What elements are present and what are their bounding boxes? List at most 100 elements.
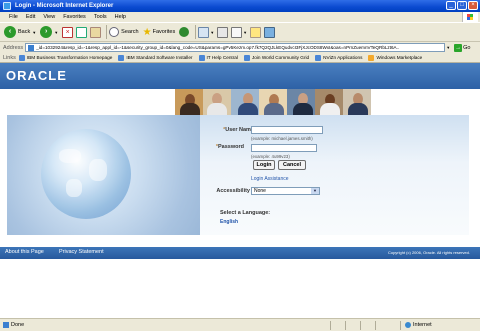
username-hint: (example: michael.james.smith) [251, 136, 313, 141]
accessibility-select[interactable]: None ▼ [251, 187, 320, 195]
chevron-down-icon[interactable]: ▼ [32, 30, 36, 35]
oracle-logo: ORACLE [6, 68, 67, 83]
link-item[interactable]: IBM Standard Software Installer [118, 54, 193, 61]
links-bar: Links IBM Business Transformation Homepa… [0, 53, 480, 63]
address-label: Address [3, 44, 24, 51]
menu-tools[interactable]: Tools [94, 14, 107, 20]
header-photo-strip [175, 89, 371, 115]
search-button[interactable]: Search [109, 27, 139, 37]
window-title: Login - Microsoft Internet Explorer [15, 3, 114, 9]
photo-tile [231, 89, 259, 115]
status-divider [400, 321, 401, 330]
chevron-down-icon[interactable]: ▼ [210, 30, 214, 35]
privacy-statement-link[interactable]: Privacy Statement [59, 249, 104, 255]
ie-page-icon [315, 54, 322, 61]
toolbar-divider [195, 25, 197, 39]
about-page-link[interactable]: About this Page [5, 249, 44, 255]
print-icon[interactable] [217, 26, 229, 38]
accessibility-label: Accessibility [216, 188, 250, 194]
chevron-down-icon: ▼ [311, 188, 319, 194]
menu-view[interactable]: View [43, 14, 55, 20]
photo-tile [203, 89, 231, 115]
go-label: Go [463, 44, 471, 51]
link-item[interactable]: NViZn Applications [315, 54, 363, 61]
copyright-text: Copyright (c) 2006, Oracle. All rights r… [387, 250, 470, 255]
title-bar: Login - Microsoft Internet Explorer _ □ … [0, 0, 480, 12]
link-item[interactable]: IBM Business Transformation Homepage [18, 54, 113, 61]
page-icon [28, 44, 35, 51]
messenger-icon[interactable] [264, 26, 276, 38]
chevron-down-icon[interactable]: ▼ [446, 45, 450, 50]
search-label: Search [121, 29, 139, 35]
favorites-button[interactable]: ★ Favorites [143, 27, 176, 38]
status-divider [330, 321, 331, 330]
link-item[interactable]: IT Help Central [198, 54, 238, 61]
ie-page-icon [18, 54, 25, 61]
address-url: _id=1032924&resp_id=-1&resp_appl_id=-1&s… [36, 44, 400, 50]
link-label: IT Help Central [206, 55, 238, 60]
login-button[interactable]: Login [253, 160, 275, 170]
history-icon[interactable] [179, 27, 190, 37]
password-input[interactable] [251, 144, 317, 152]
minimize-icon[interactable]: _ [446, 1, 456, 10]
login-form: *User Name (example: michael.james.smith… [200, 115, 469, 235]
menu-file[interactable]: File [9, 14, 18, 20]
address-input[interactable]: _id=1032924&resp_id=-1&resp_appl_id=-1&s… [25, 43, 446, 52]
folder-icon [368, 54, 375, 61]
discuss-icon[interactable] [250, 26, 262, 38]
favorites-label: Favorites [152, 29, 176, 35]
close-icon[interactable]: × [468, 1, 478, 10]
link-label: Windows Marketplace [376, 55, 423, 60]
username-input[interactable] [251, 126, 323, 134]
menu-help[interactable]: Help [115, 14, 126, 20]
photo-tile [259, 89, 287, 115]
go-button[interactable]: → Go [454, 43, 471, 52]
login-assistance-link[interactable]: Login Assistance [251, 176, 289, 182]
link-label: Join World Community Grid [251, 55, 310, 60]
status-bar: Done Internet [0, 318, 480, 331]
maximize-icon[interactable]: □ [457, 1, 467, 10]
home-icon[interactable] [90, 26, 102, 38]
back-label: Back [18, 29, 31, 35]
status-divider [345, 321, 346, 330]
status-text: Done [11, 322, 25, 328]
links-label: Links [3, 54, 16, 61]
menu-favorites[interactable]: Favorites [63, 14, 86, 20]
stop-icon[interactable]: × [62, 26, 74, 38]
forward-button[interactable]: › ▼ [40, 26, 58, 38]
link-item[interactable]: Windows Marketplace [368, 54, 423, 61]
language-english-link[interactable]: English [220, 219, 238, 225]
go-arrow-icon: → [454, 43, 463, 52]
security-zone: Internet [405, 322, 432, 328]
menu-edit[interactable]: Edit [26, 14, 35, 20]
chevron-down-icon[interactable]: ▼ [54, 30, 58, 35]
refresh-icon[interactable] [76, 26, 88, 38]
search-icon [109, 27, 120, 37]
photo-tile [343, 89, 371, 115]
ie-page-icon [118, 54, 125, 61]
page-done-icon [3, 322, 9, 328]
username-label: *User Name [223, 127, 254, 133]
window-controls: _ □ × [446, 1, 478, 10]
back-arrow-icon: ‹ [4, 26, 16, 38]
zone-text: Internet [413, 322, 432, 328]
edit-icon[interactable] [231, 26, 243, 38]
password-hint: (example: 4u99v23) [251, 154, 290, 159]
globe-image [41, 129, 131, 219]
link-label: IBM Business Transformation Homepage [26, 55, 113, 60]
status-divider [360, 321, 361, 330]
photo-tile [287, 89, 315, 115]
link-item[interactable]: Join World Community Grid [243, 54, 310, 61]
page-footer: About this Page Privacy Statement Copyri… [0, 247, 480, 259]
ie-page-icon [243, 54, 250, 61]
ie-page-icon [198, 54, 205, 61]
mail-icon[interactable] [198, 26, 210, 38]
accessibility-value: None [254, 188, 266, 194]
chevron-down-icon[interactable]: ▼ [243, 30, 247, 35]
internet-globe-icon [405, 322, 411, 328]
back-button[interactable]: ‹ Back ▼ [4, 26, 36, 38]
toolbar-divider [106, 25, 108, 39]
status-divider [375, 321, 376, 330]
link-label: NViZn Applications [323, 55, 363, 60]
cancel-button[interactable]: Cancel [278, 160, 306, 170]
